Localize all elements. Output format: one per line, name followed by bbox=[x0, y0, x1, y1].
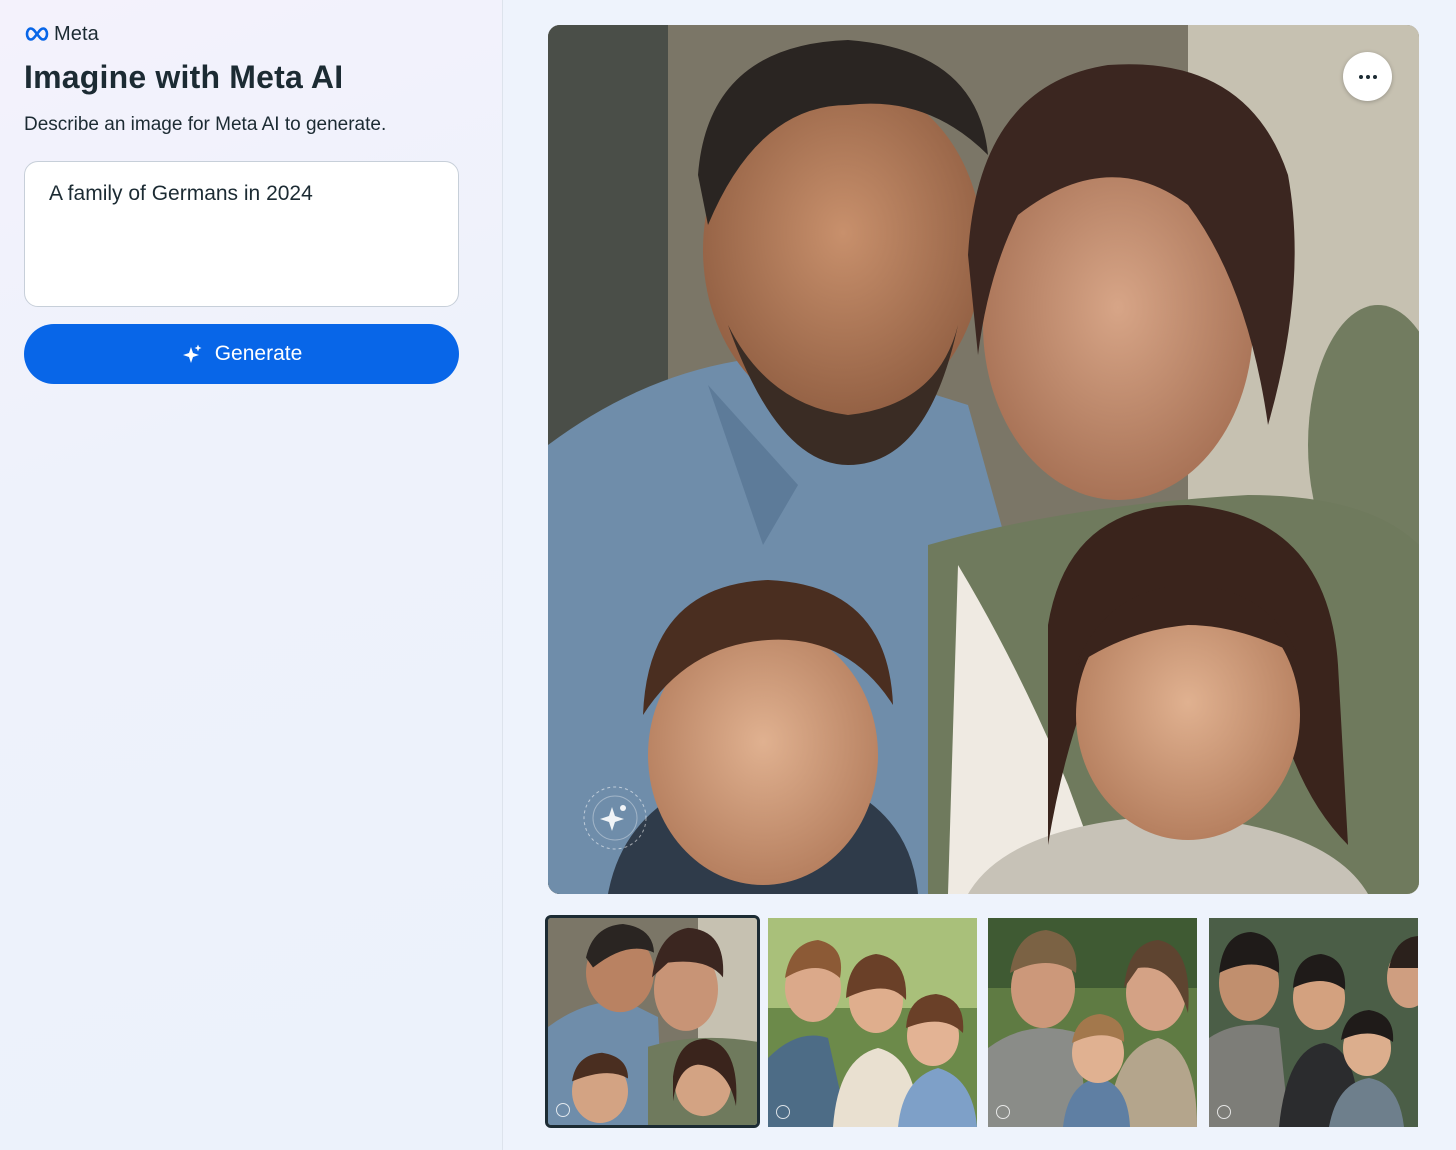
prompt-panel: Meta Imagine with Meta AI Describe an im… bbox=[0, 0, 503, 1150]
thumbnail-3[interactable] bbox=[988, 918, 1197, 1127]
generate-button[interactable]: Generate bbox=[24, 324, 459, 384]
thumbnail-3-image bbox=[988, 918, 1197, 1127]
page-subtitle: Describe an image for Meta AI to generat… bbox=[24, 114, 387, 135]
thumbnail-2-image bbox=[768, 918, 977, 1127]
thumbnail-2[interactable] bbox=[768, 918, 977, 1127]
watermark-badge-icon bbox=[556, 1103, 570, 1117]
thumbnail-4[interactable] bbox=[1209, 918, 1418, 1127]
imagined-with-ai-watermark-icon bbox=[583, 786, 647, 850]
meta-logo-icon bbox=[25, 27, 49, 41]
generated-image-main bbox=[548, 25, 1419, 894]
thumbnail-4-image bbox=[1209, 918, 1418, 1127]
family-portrait-image bbox=[548, 25, 1419, 894]
app-window: Meta Imagine with Meta AI Describe an im… bbox=[0, 0, 1456, 1150]
page-title: Imagine with Meta AI bbox=[24, 59, 344, 95]
brand[interactable]: Meta bbox=[24, 21, 99, 47]
generate-button-label: Generate bbox=[214, 342, 303, 365]
more-options-button[interactable] bbox=[1343, 52, 1392, 101]
brand-name: Meta bbox=[54, 22, 99, 45]
sparkle-icon bbox=[182, 344, 202, 363]
watermark-badge-icon bbox=[1217, 1105, 1231, 1119]
watermark-badge-icon bbox=[996, 1105, 1010, 1119]
thumbnail-1[interactable] bbox=[545, 915, 760, 1128]
thumbnail-1-image bbox=[548, 918, 757, 1125]
more-horizontal-icon bbox=[1358, 74, 1363, 79]
image-variations-strip bbox=[545, 915, 1420, 1130]
watermark-badge-icon bbox=[776, 1105, 790, 1119]
prompt-input[interactable]: A family of Germans in 2024 bbox=[24, 161, 459, 307]
